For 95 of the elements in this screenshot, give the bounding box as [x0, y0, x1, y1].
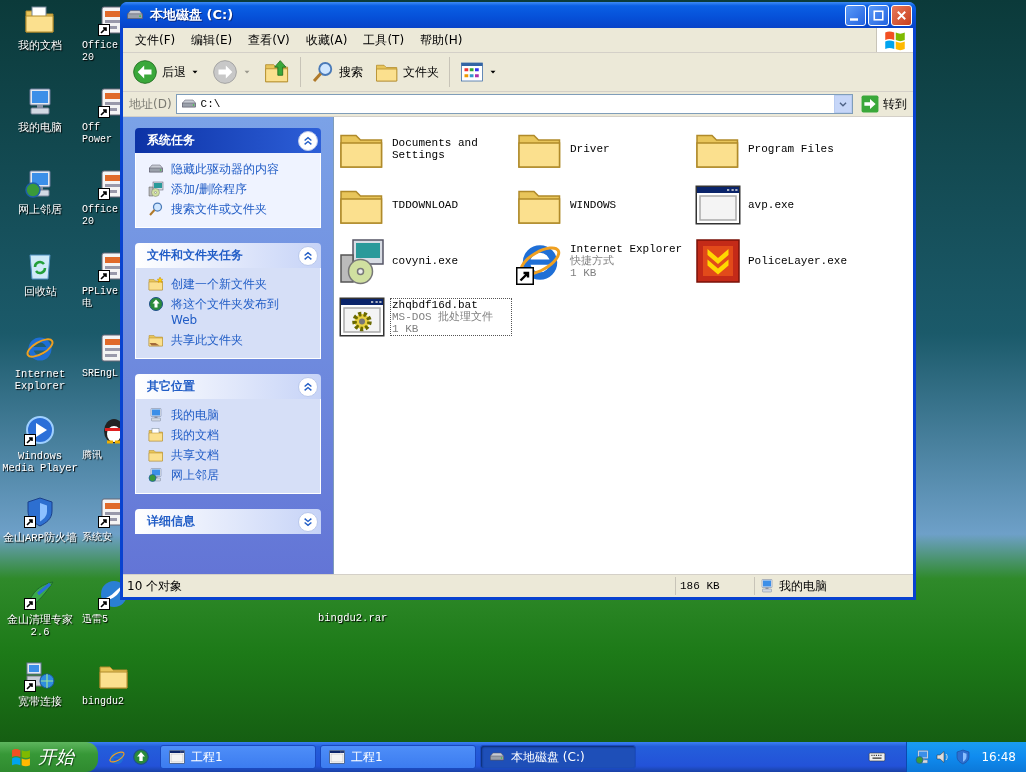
search-button[interactable]: 搜索 [306, 56, 368, 88]
desktop-icon-label[interactable]: 网上邻居 [18, 204, 62, 216]
address-label: 地址(D) [129, 95, 172, 113]
desktop-icon-label[interactable]: Off Power [82, 122, 112, 146]
desktop-icon-label[interactable]: 我的电脑 [18, 122, 62, 134]
desktop-icon-label[interactable]: Internet Explorer [14, 368, 66, 392]
go-arrow-icon [861, 95, 879, 113]
start-button[interactable]: 开始 [0, 742, 98, 772]
browser-icon[interactable] [108, 748, 126, 766]
close-button[interactable] [891, 4, 912, 26]
collapse-button[interactable] [298, 245, 318, 266]
menu-item[interactable]: 文件(F) [127, 31, 184, 49]
desktop-icon-label[interactable]: 宽带连接 [18, 696, 62, 708]
desktop-icon-label[interactable]: 腾讯 [82, 450, 102, 462]
folder-icon [148, 447, 164, 463]
desktop-icon-label[interactable]: 我的文档 [18, 40, 62, 52]
down-chevrons-icon [694, 237, 742, 285]
network-computer-icon [915, 749, 932, 765]
collapse-button[interactable] [298, 130, 318, 151]
task-link[interactable]: 我的电脑 [171, 407, 219, 423]
pane-title: 其它位置 [147, 378, 195, 395]
file-label[interactable]: PoliceLayer.exe [746, 254, 868, 268]
status-text: 10 个对象 [123, 577, 676, 595]
installer-icon [148, 181, 164, 197]
window-title: 本地磁盘 (C:) [150, 6, 235, 24]
task-link[interactable]: 我的文档 [171, 427, 219, 443]
up-folder-icon [264, 59, 290, 85]
taskbar-button[interactable]: 本地磁盘 (C:) [480, 745, 636, 769]
windows-flag-icon [10, 746, 32, 768]
menu-item[interactable]: 帮助(H) [412, 31, 471, 49]
file-label[interactable]: avp.exe [746, 198, 868, 212]
desktop-icon-label[interactable]: 迅雷5 [82, 614, 108, 626]
installer-icon [338, 237, 386, 285]
computer-icon [148, 407, 164, 423]
taskbar-button[interactable]: 工程1 [160, 745, 316, 769]
task-link[interactable]: 添加/删除程序 [171, 181, 248, 197]
task-link[interactable]: 创建一个新文件夹 [171, 276, 267, 292]
menu-item[interactable]: 工具(T) [355, 31, 413, 49]
collapse-button[interactable] [298, 376, 318, 397]
windows-flag-icon [883, 28, 907, 52]
task-link[interactable]: 搜索文件或文件夹 [171, 201, 267, 217]
pane-title: 文件和文件夹任务 [147, 247, 243, 264]
globe-icon [148, 296, 164, 312]
new-folder-icon [148, 276, 164, 292]
dropdown-button[interactable] [834, 95, 852, 113]
desktop-icon-label[interactable]: PPLive 电 [82, 286, 118, 310]
pane-title: 系统任务 [147, 132, 195, 149]
taskbar-button[interactable]: 工程1 [320, 745, 476, 769]
status-text: 我的电脑 [779, 577, 827, 595]
clock: 16:48 [981, 750, 1016, 764]
search-icon [148, 201, 164, 217]
menu-item[interactable]: 编辑(E) [183, 31, 241, 49]
pane-title: 详细信息 [147, 513, 195, 530]
menu-item[interactable]: 查看(V) [240, 31, 298, 49]
desktop-icon-label[interactable]: Office 20 [82, 40, 118, 64]
file-label[interactable]: TDDOWNLOAD [390, 198, 512, 212]
globe-icon[interactable] [132, 748, 150, 766]
desktop-icon-label[interactable]: 回收站 [23, 286, 57, 298]
desktop-icon-label[interactable]: SREngL [82, 368, 118, 380]
shared-folder-icon [148, 332, 164, 348]
desktop-icon-label[interactable]: bingdu2.rar [318, 612, 388, 624]
go-button[interactable]: 转到 [857, 93, 911, 115]
minimize-button[interactable] [845, 4, 866, 26]
views-icon [460, 60, 484, 84]
file-label[interactable]: Program Files [746, 142, 868, 156]
program-window-icon [169, 749, 185, 765]
file-label[interactable]: Internet Explorer 快捷方式 1 KB [568, 242, 690, 280]
minimize-icon [849, 17, 858, 21]
folders-button[interactable]: 文件夹 [370, 56, 444, 88]
search-icon [311, 60, 335, 84]
file-label[interactable]: WINDOWS [568, 198, 690, 212]
desktop-icon-label[interactable]: 金山清理专家 2.6 [7, 614, 73, 638]
task-link[interactable]: 隐藏此驱动器的内容 [171, 161, 279, 177]
task-link[interactable]: 网上邻居 [171, 467, 219, 483]
network-computer-icon [148, 467, 164, 483]
file-label[interactable]: covyni.exe [390, 254, 512, 268]
collapse-button[interactable] [298, 511, 318, 532]
file-label[interactable]: Documents and Settings [390, 136, 512, 162]
task-link[interactable]: 将这个文件夹发布到 Web [171, 296, 279, 328]
menu-item[interactable]: 收藏(A) [297, 31, 356, 49]
task-link[interactable]: 共享此文件夹 [171, 332, 243, 348]
program-window-icon [329, 749, 345, 765]
maximize-button[interactable] [868, 4, 889, 26]
desktop-icon-label[interactable]: Windows Media Player [2, 450, 78, 474]
address-field[interactable]: C:\ [175, 94, 853, 114]
task-link[interactable]: 共享文档 [171, 447, 219, 463]
desktop-icon-label[interactable]: Office 20 [82, 204, 118, 228]
back-button[interactable]: 后退 [127, 56, 205, 88]
computer-icon [759, 578, 775, 594]
documents-folder-icon [148, 427, 164, 443]
shield-icon [955, 749, 972, 765]
desktop-icon-label[interactable]: bingdu2 [82, 696, 124, 708]
file-label[interactable]: Driver [568, 142, 690, 156]
status-text: 186 KB [676, 577, 755, 595]
file-label[interactable]: zhqbdf16d.bat MS-DOS 批处理文件 1 KB [390, 298, 512, 336]
